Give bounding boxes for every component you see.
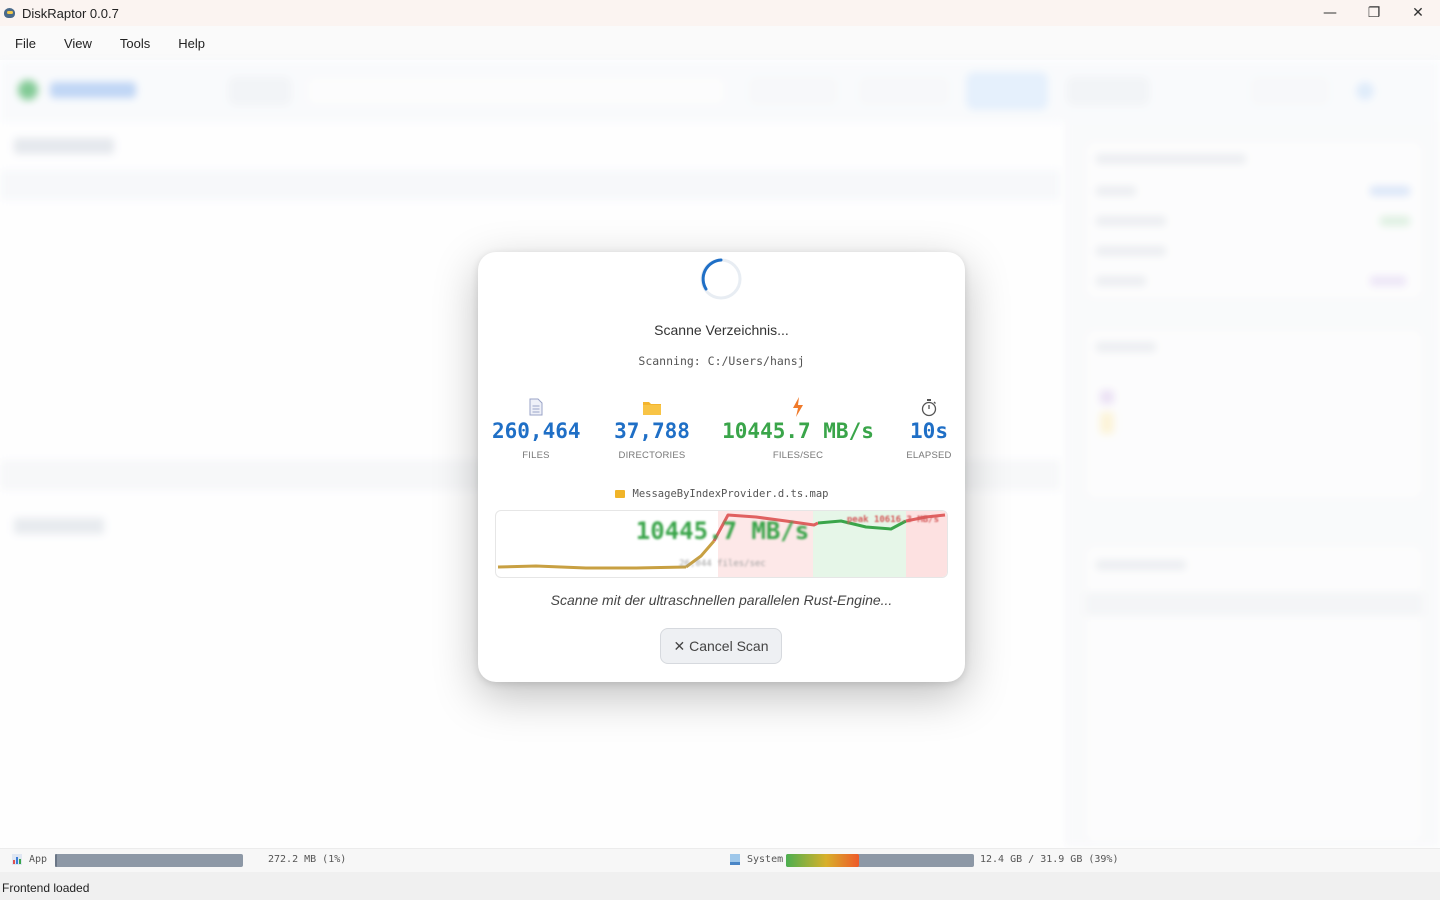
app-meter-track (55, 854, 243, 867)
title-bar: DiskRaptor 0.0.7 — ❐ ✕ (0, 0, 1440, 26)
menu-file[interactable]: File (6, 36, 45, 51)
stat-directories: 37,788 DIRECTORIES (604, 396, 700, 461)
folder-icon (643, 401, 661, 415)
throughput-chart: 10445.7 MB/s peak 10616.3 MB/s 26,044 fi… (495, 510, 948, 578)
chart-peak-label: peak 10616.3 MB/s (846, 515, 939, 525)
scan-title: Scanne Verzeichnis... (654, 322, 789, 338)
chart-big-value: 10445.7 MB/s (635, 517, 810, 545)
current-file-name: MessageByIndexProvider.d.ts.map (632, 488, 829, 500)
scan-subtitle: Scanne mit der ultraschnellen parallelen… (550, 592, 893, 608)
folder-icon (614, 490, 625, 498)
directories-label: DIRECTORIES (618, 450, 686, 461)
menu-bar: File View Tools Help (0, 26, 1440, 60)
throughput-value: 10445.7 MB/s (722, 419, 874, 443)
directories-count: 37,788 (614, 419, 690, 443)
chart-files-rate: 26,044 files/sec (679, 559, 766, 569)
app-meter-fill (55, 854, 57, 867)
lightning-icon (793, 397, 803, 417)
system-meter-value: 12.4 GB / 31.9 GB (39%) (980, 854, 1119, 865)
maximize-button[interactable]: ❐ (1352, 0, 1396, 26)
stat-elapsed: 10s ELAPSED (896, 396, 962, 461)
minimize-button[interactable]: — (1308, 0, 1352, 26)
scan-progress-dialog: Scanne Verzeichnis... Scanning: C:/Users… (478, 252, 965, 682)
stopwatch-icon (921, 398, 937, 416)
app-usage-icon (12, 854, 22, 865)
status-bar: Frontend loaded (0, 872, 1440, 900)
current-file: MessageByIndexProvider.d.ts.map (478, 488, 965, 500)
menu-tools[interactable]: Tools (111, 36, 159, 51)
cancel-scan-button[interactable]: ✕ Cancel Scan (660, 628, 782, 664)
app-logo-icon (3, 6, 17, 20)
status-text: Frontend loaded (2, 881, 90, 895)
elapsed-value: 10s (910, 419, 948, 443)
file-icon (529, 398, 543, 416)
system-usage-icon (730, 854, 740, 865)
files-label: FILES (522, 450, 550, 461)
stat-files: 260,464 FILES (492, 396, 581, 461)
menu-view[interactable]: View (55, 36, 101, 51)
files-count: 260,464 (492, 419, 581, 443)
app-meter-label: App (29, 854, 48, 865)
window-title: DiskRaptor 0.0.7 (22, 5, 119, 21)
system-meter-track (786, 854, 974, 867)
scan-path: Scanning: C:/Users/hansj (638, 354, 805, 368)
scan-stats: 260,464 FILES 37,788 DIRECTORIES 10445.7… (478, 396, 965, 468)
system-meter-label: System (747, 854, 784, 865)
menu-help[interactable]: Help (169, 36, 214, 51)
close-button[interactable]: ✕ (1396, 0, 1440, 26)
stat-throughput: 10445.7 MB/s FILES/SEC (718, 396, 878, 461)
throughput-label: FILES/SEC (772, 450, 824, 461)
resource-meters: App 272.2 MB (1%) System 12.4 GB / 31.9 … (0, 848, 1440, 872)
app-meter-value: 272.2 MB (1%) (268, 854, 347, 865)
window-controls: — ❐ ✕ (1308, 0, 1440, 26)
loading-spinner-icon (700, 258, 742, 300)
system-meter-fill (786, 854, 860, 867)
elapsed-label: ELAPSED (906, 450, 952, 461)
